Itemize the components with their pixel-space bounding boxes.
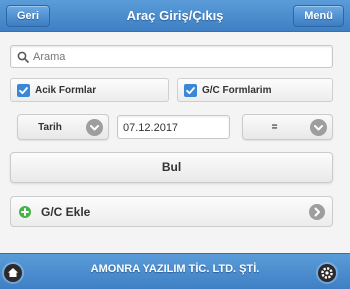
open-forms-checkbox[interactable]: Acik Formlar bbox=[10, 78, 169, 102]
my-forms-label: G/C Formlarim bbox=[202, 85, 272, 96]
checkbox-checked-icon bbox=[184, 84, 197, 97]
header-bar: Geri Araç Giriş/Çıkış Menü bbox=[0, 0, 350, 32]
plus-icon bbox=[19, 206, 31, 218]
footer-company-text: AMONRA YAZILIM TİC. LTD. ŞTİ. bbox=[90, 263, 260, 275]
date-input[interactable] bbox=[123, 119, 223, 136]
search-icon bbox=[17, 51, 29, 63]
operator-select[interactable]: = bbox=[242, 114, 333, 140]
search-input[interactable] bbox=[33, 48, 323, 65]
my-forms-checkbox[interactable]: G/C Formlarim bbox=[177, 78, 333, 102]
search-box bbox=[10, 45, 333, 68]
gear-icon[interactable] bbox=[318, 264, 336, 282]
chevron-right-icon bbox=[309, 204, 325, 220]
operator-value: = bbox=[271, 122, 278, 133]
list-item-label: G/C Ekle bbox=[41, 205, 91, 219]
date-input-wrapper bbox=[117, 115, 230, 139]
date-field-value: Tarih bbox=[38, 122, 62, 133]
list-item-add-gc[interactable]: G/C Ekle bbox=[10, 196, 333, 227]
date-field-select[interactable]: Tarih bbox=[17, 114, 109, 140]
open-forms-label: Acik Formlar bbox=[35, 85, 97, 96]
footer-bar: AMONRA YAZILIM TİC. LTD. ŞTİ. bbox=[0, 253, 350, 289]
chevron-down-icon bbox=[310, 119, 327, 136]
find-button[interactable]: Bul bbox=[10, 152, 333, 183]
checkbox-checked-icon bbox=[17, 84, 30, 97]
menu-button[interactable]: Menü bbox=[293, 5, 344, 27]
chevron-down-icon bbox=[86, 119, 103, 136]
